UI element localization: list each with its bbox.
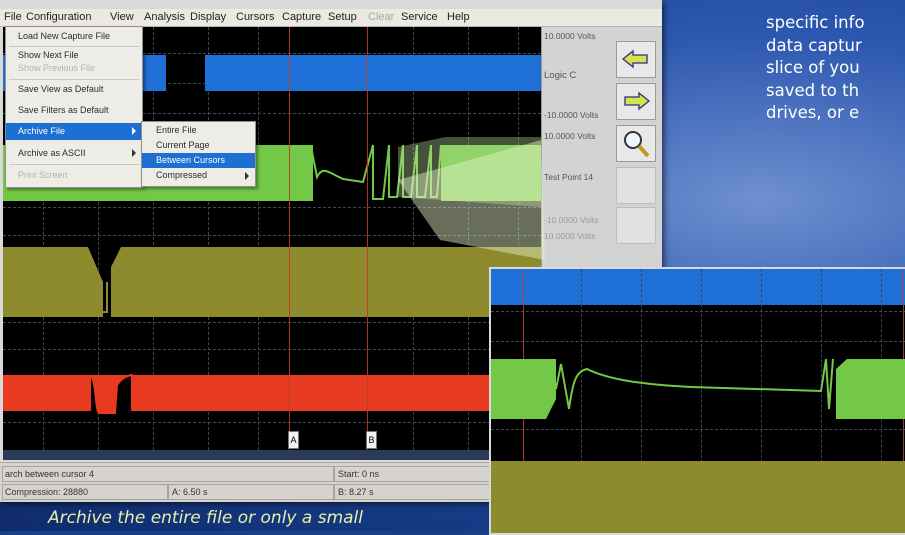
submenu-arrow-icon	[132, 127, 136, 135]
menu-item-label: Save View as Default	[18, 84, 104, 94]
horizontal-scrollbar[interactable]	[3, 450, 541, 460]
menu-item-label: Load New Capture File	[18, 31, 111, 41]
menu-setup[interactable]: Setup	[328, 11, 357, 23]
marketing-line: slice of you	[766, 58, 860, 77]
arrow-left-icon	[621, 49, 648, 69]
menu-item-show-previous[interactable]: Show Previous File	[6, 60, 142, 77]
grid-line	[491, 341, 905, 342]
menu-bar: File Configuration View Analysis Display…	[0, 9, 662, 27]
grid-line	[3, 235, 541, 236]
marketing-line: drives, or e	[766, 103, 860, 122]
grid-line	[3, 322, 541, 323]
submenu-item-label: Compressed	[156, 170, 208, 180]
menu-capture[interactable]: Capture	[282, 11, 321, 23]
cursor-b-marker[interactable]: B	[366, 431, 377, 449]
zoom-button[interactable]	[616, 125, 656, 162]
menu-item-label: Archive File	[18, 126, 66, 136]
menu-analysis[interactable]: Analysis	[144, 11, 185, 23]
menu-item-print-screen[interactable]: Print Screen	[6, 167, 142, 184]
menu-configuration[interactable]: Configuration	[26, 11, 91, 23]
submenu-item-between-cursors[interactable]: Between Cursors	[142, 153, 255, 168]
menu-item-save-filters[interactable]: Save Filters as Default	[6, 102, 142, 119]
cursor-a-marker[interactable]: A	[288, 431, 299, 449]
disabled-tool-button[interactable]	[616, 207, 656, 244]
archive-submenu: Entire File Current Page Between Cursors…	[141, 121, 256, 187]
marketing-line: data captur	[766, 35, 862, 55]
menu-file[interactable]: File	[4, 11, 22, 23]
start-time: Start: 0 ns	[338, 469, 380, 479]
submenu-item-entire-file[interactable]: Entire File	[142, 123, 255, 138]
blue-trace-segment	[205, 55, 541, 91]
disabled-tool-button[interactable]	[616, 167, 656, 204]
zoomed-waveform-inset	[489, 267, 905, 535]
menu-clear[interactable]: Clear	[368, 11, 394, 23]
cursor-a-line[interactable]	[289, 27, 290, 450]
menu-item-archive-file[interactable]: Archive File	[6, 123, 142, 140]
green-trace-waveform	[310, 137, 541, 207]
menu-item-load-capture[interactable]: Load New Capture File	[6, 28, 142, 45]
channel2-name: Test Point 14	[544, 172, 594, 182]
menu-view[interactable]: View	[110, 11, 134, 23]
menu-item-label: Print Screen	[18, 170, 68, 180]
submenu-item-label: Current Page	[156, 140, 210, 150]
menu-item-archive-ascii[interactable]: Archive as ASCII	[6, 145, 142, 162]
cursor-b-line[interactable]	[367, 27, 368, 450]
submenu-item-label: Between Cursors	[156, 155, 226, 165]
submenu-item-label: Entire File	[156, 125, 197, 135]
menu-item-label: Save Filters as Default	[18, 105, 109, 115]
zoom-olive-trace	[491, 461, 905, 533]
channel1-max-label: 10.0000 Volts	[544, 31, 596, 41]
channel2-max-label: 10.0000 Volts	[544, 131, 596, 141]
olive-trace-waveform	[3, 247, 541, 317]
grid-line	[3, 207, 541, 208]
submenu-arrow-icon	[245, 172, 249, 180]
cursor-b-time: B: 8.27 s	[338, 487, 374, 497]
menu-item-label: Show Previous File	[18, 63, 96, 73]
menu-item-label: Archive as ASCII	[18, 148, 86, 158]
caption-text: Archive the entire file or only a small	[48, 508, 363, 528]
marketing-line: specific info	[766, 13, 865, 32]
menu-separator	[9, 164, 139, 165]
menu-cursors[interactable]: Cursors	[236, 11, 275, 23]
submenu-item-compressed[interactable]: Compressed	[142, 168, 255, 183]
submenu-item-current-page[interactable]: Current Page	[142, 138, 255, 153]
menu-help[interactable]: Help	[447, 11, 470, 23]
grid-line	[491, 429, 905, 430]
grid-line	[3, 349, 541, 350]
marketing-line: saved to th	[766, 80, 860, 100]
compression-ratio: Compression: 28880	[5, 487, 89, 497]
channel3-max-label: 10.0000 Volts	[544, 231, 596, 241]
zoom-green-waveform	[491, 358, 905, 419]
menu-service[interactable]: Service	[401, 11, 438, 23]
menu-item-save-view[interactable]: Save View as Default	[6, 81, 142, 98]
arrow-right-icon	[624, 91, 651, 111]
zoom-blue-trace	[491, 269, 905, 305]
grid-line	[491, 311, 905, 312]
file-menu-dropdown: Load New Capture File Show Next File Sho…	[5, 26, 143, 188]
scroll-right-button[interactable]	[616, 83, 656, 120]
red-trace-waveform	[3, 374, 541, 414]
search-status: arch between cursor 4	[5, 469, 95, 479]
channel2-min-label: -10.0000 Volts	[544, 215, 599, 225]
marketing-text: specific info data captur slice of you s…	[766, 0, 905, 125]
menu-separator	[9, 79, 139, 80]
magnifier-icon	[624, 131, 650, 158]
submenu-arrow-icon	[132, 149, 136, 157]
channel1-min-label: -10.0000 Volts	[544, 110, 599, 120]
scroll-left-button[interactable]	[616, 41, 656, 78]
menu-item-label: Show Next File	[18, 50, 79, 60]
cursor-a-time: A: 6.50 s	[172, 487, 208, 497]
channel1-name: Logic C	[544, 70, 577, 81]
menu-display[interactable]: Display	[190, 11, 226, 23]
